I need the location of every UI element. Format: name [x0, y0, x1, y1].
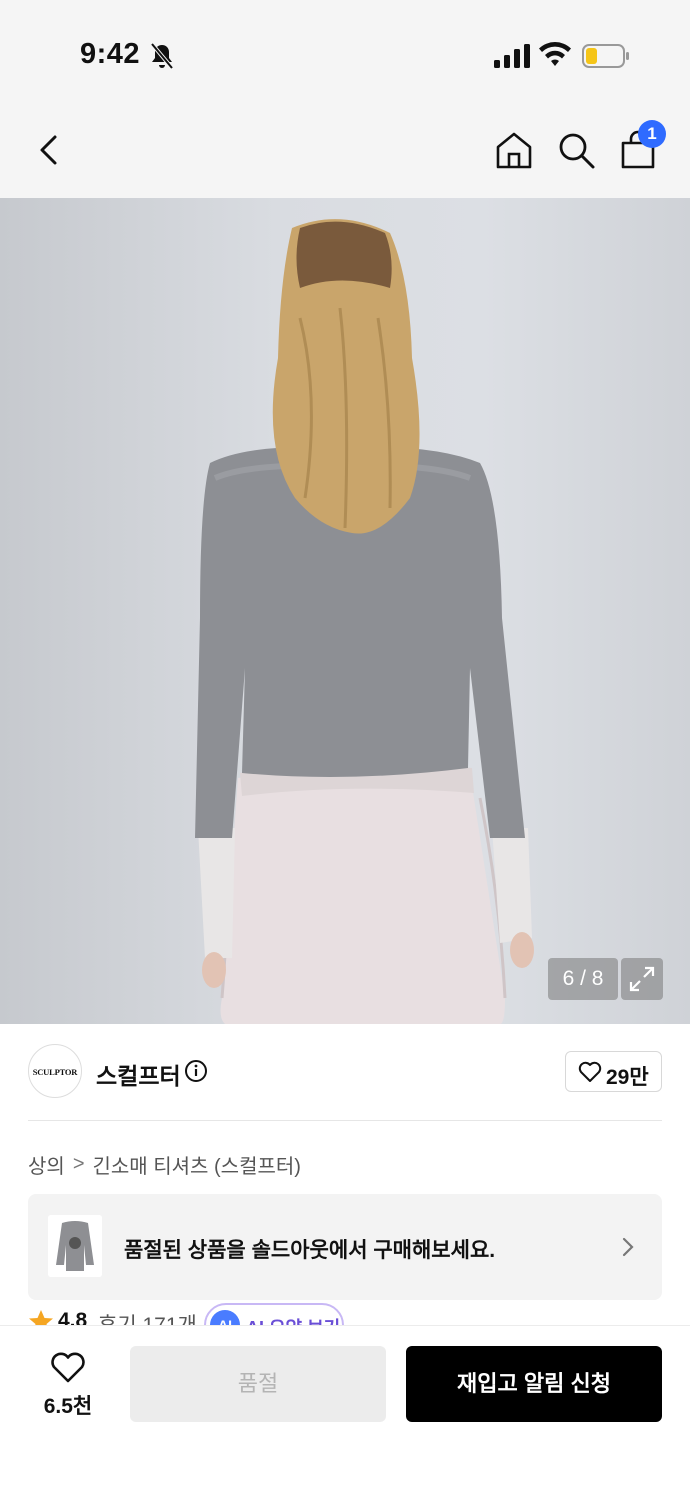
cart-button[interactable]: 1 [618, 120, 666, 170]
heart-icon [578, 1061, 602, 1082]
image-counter: 6 / 8 [548, 958, 618, 1000]
soldout-market-banner[interactable]: 품절된 상품을 솔드아웃에서 구매해보세요. [28, 1194, 662, 1300]
nav-bar: 1 [0, 100, 690, 198]
banner-text: 품절된 상품을 솔드아웃에서 구매해보세요. [124, 1239, 496, 1262]
brand-like-count: 29만 [606, 1066, 649, 1089]
ai-summary-label: AI 요약 보기 [246, 1314, 340, 1325]
cart-badge: 1 [638, 120, 666, 148]
breadcrumb-item[interactable]: 긴소매 티셔츠 (스컬프터) [93, 1150, 301, 1179]
back-icon[interactable] [30, 130, 70, 170]
status-time: 9:42 [80, 38, 141, 70]
banner-thumbnail [48, 1215, 102, 1277]
heart-icon [51, 1352, 85, 1383]
star-icon [29, 1310, 53, 1325]
signal-icon [494, 44, 530, 68]
divider [28, 1120, 662, 1121]
wishlist-button[interactable]: 6.5천 [28, 1348, 108, 1428]
status-bar: 9:42 [0, 0, 690, 100]
product-photo [195, 219, 534, 1024]
ai-summary-button[interactable]: AI AI 요약 보기 [204, 1303, 344, 1325]
expand-icon [629, 966, 655, 992]
brand-name[interactable]: 스컬프터 [96, 1057, 181, 1091]
info-icon[interactable] [184, 1059, 208, 1083]
bottom-action-bar: 6.5천 품절 재입고 알림 신청 [0, 1325, 690, 1500]
bell-off-icon [150, 42, 174, 70]
wishlist-count: 6.5천 [43, 1395, 93, 1418]
product-image[interactable] [0, 198, 690, 1024]
brand-row: SCULPTOR 스컬프터 29만 [0, 1024, 690, 1120]
wifi-icon [539, 42, 571, 66]
brand-logo[interactable]: SCULPTOR [28, 1044, 82, 1098]
breadcrumb: 상의 > 긴소매 티셔츠 (스컬프터) [28, 1150, 301, 1178]
battery-icon [582, 44, 629, 68]
chevron-right-icon [622, 1237, 634, 1257]
search-icon[interactable] [556, 130, 596, 170]
breadcrumb-separator: > [72, 1152, 85, 1175]
ai-badge: AI [210, 1310, 240, 1325]
brand-like-button[interactable]: 29만 [565, 1051, 662, 1092]
rating-row: 4.8 후기 171개 AI AI 요약 보기 [28, 1303, 428, 1325]
review-count[interactable]: 후기 171개 [98, 1309, 197, 1325]
expand-button[interactable] [621, 958, 663, 1000]
home-icon[interactable] [494, 130, 534, 170]
restock-alert-button[interactable]: 재입고 알림 신청 [406, 1346, 662, 1422]
breadcrumb-item[interactable]: 상의 [28, 1150, 65, 1179]
soldout-button: 품절 [130, 1346, 386, 1422]
rating-score: 4.8 [58, 1309, 88, 1325]
